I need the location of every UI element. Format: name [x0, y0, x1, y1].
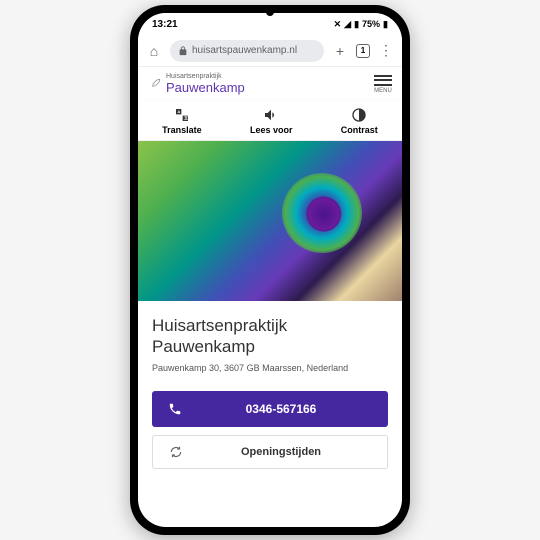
refresh-icon — [169, 445, 183, 459]
address-text: Pauwenkamp 30, 3607 GB Maarssen, Nederla… — [152, 363, 388, 373]
wifi-icon: ◢ — [344, 19, 351, 30]
translate-icon: A文 — [174, 107, 190, 123]
feather-icon — [148, 77, 162, 91]
battery-text: 75% — [362, 19, 380, 29]
page-title: Huisartsenpraktijk Pauwenkamp — [152, 315, 388, 358]
readaloud-label: Lees voor — [250, 125, 293, 135]
signal-icon: ▮ — [354, 19, 359, 30]
browser-bar: ⌂ huisartspauwenkamp.nl + 1 ⋮ — [138, 35, 402, 67]
status-icons: ✕ ◢ ▮ 75% ▮ — [334, 19, 388, 30]
accessibility-toolbar: A文 Translate Lees voor Contrast — [138, 101, 402, 141]
contrast-button[interactable]: Contrast — [341, 107, 378, 135]
phone-number: 0346-567166 — [210, 402, 352, 416]
menu-label: MENU — [374, 88, 392, 94]
menu-button[interactable]: MENU — [374, 75, 392, 94]
clock: 13:21 — [152, 19, 178, 30]
tab-count[interactable]: 1 — [356, 44, 370, 58]
speaker-icon — [263, 107, 279, 123]
status-bar: 13:21 ✕ ◢ ▮ 75% ▮ — [138, 13, 402, 35]
peacock-feather — [273, 164, 371, 262]
contrast-icon — [351, 107, 367, 123]
hours-label: Openingstijden — [211, 446, 351, 458]
battery-icon: ▮ — [383, 19, 388, 30]
svg-text:文: 文 — [184, 114, 189, 120]
menu-dots-icon[interactable]: ⋮ — [378, 43, 394, 59]
translate-label: Translate — [162, 125, 202, 135]
site-header: Huisartsenpraktijk Pauwenkamp MENU — [138, 67, 402, 101]
logo-tagline: Huisartsenpraktijk — [166, 73, 245, 80]
translate-button[interactable]: A文 Translate — [162, 107, 202, 135]
hours-button[interactable]: Openingstijden — [152, 435, 388, 469]
home-icon[interactable]: ⌂ — [146, 43, 162, 59]
url-bar[interactable]: huisartspauwenkamp.nl — [170, 40, 324, 62]
contrast-label: Contrast — [341, 125, 378, 135]
mute-icon: ✕ — [334, 19, 342, 30]
url-text: huisartspauwenkamp.nl — [192, 45, 297, 56]
phone-icon — [168, 402, 182, 416]
hero-image — [138, 141, 402, 301]
main-content: Huisartsenpraktijk Pauwenkamp Pauwenkamp… — [138, 301, 402, 381]
call-button[interactable]: 0346-567166 — [152, 391, 388, 427]
newtab-icon[interactable]: + — [332, 43, 348, 59]
logo-name: Pauwenkamp — [166, 80, 245, 95]
site-logo[interactable]: Huisartsenpraktijk Pauwenkamp — [148, 73, 245, 95]
lock-icon — [178, 46, 188, 56]
hamburger-icon — [374, 75, 392, 86]
svg-text:A: A — [177, 109, 180, 114]
readaloud-button[interactable]: Lees voor — [250, 107, 293, 135]
